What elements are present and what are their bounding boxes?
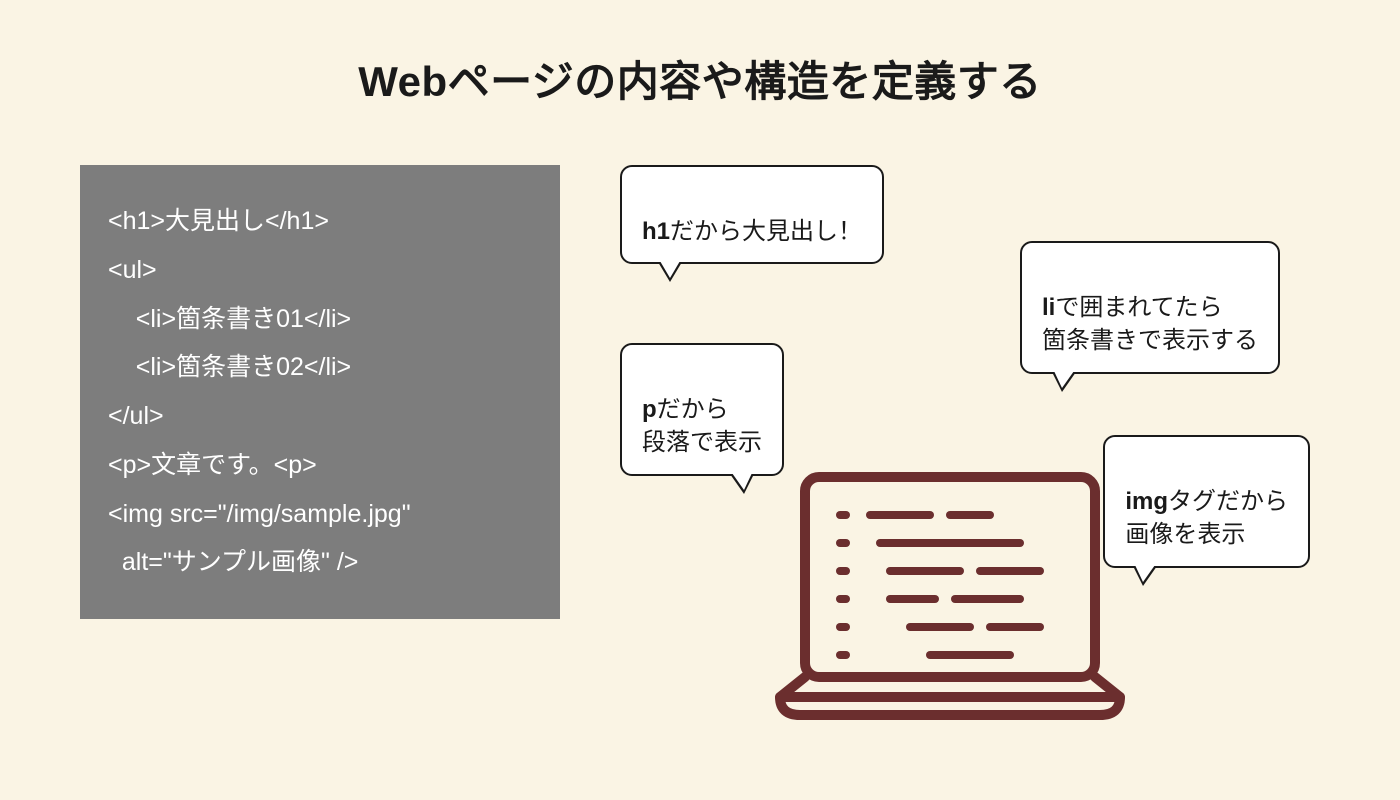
speech-bubble-li: liで囲まれてたら 箇条書きで表示する bbox=[1020, 241, 1280, 374]
speech-bubble-h1: h1だから大見出し！ bbox=[620, 165, 884, 264]
page-title: Webページの内容や構造を定義する bbox=[358, 48, 1042, 109]
bubble-bold: p bbox=[642, 396, 657, 423]
bubble-rest: で囲まれてたら 箇条書きで表示する bbox=[1042, 294, 1258, 355]
content-row: <h1>大見出し</h1> <ul> <li>箇条書き01</li> <li>箇… bbox=[80, 165, 1320, 725]
code-sample-box: <h1>大見出し</h1> <ul> <li>箇条書き01</li> <li>箇… bbox=[80, 165, 560, 619]
speech-bubble-p: pだから 段落で表示 bbox=[620, 343, 784, 476]
bubble-bold: h1 bbox=[642, 218, 670, 245]
bubble-rest: だから 段落で表示 bbox=[642, 396, 762, 457]
illustration-area: h1だから大見出し！ liで囲まれてたら 箇条書きで表示する pだから 段落で表… bbox=[620, 165, 1320, 725]
bubble-rest: だから大見出し！ bbox=[670, 218, 862, 245]
laptop-icon bbox=[760, 465, 1140, 725]
bubble-bold: li bbox=[1042, 294, 1055, 321]
